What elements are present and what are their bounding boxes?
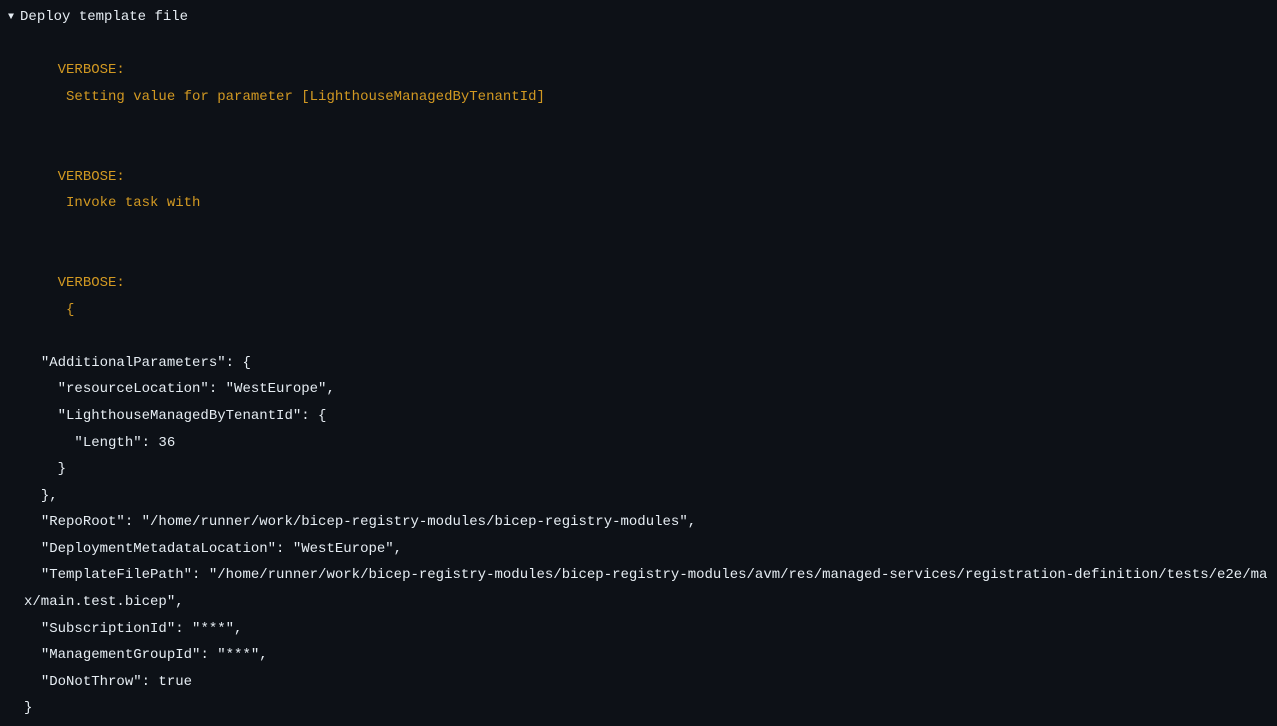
verbose-line: VERBOSE: {: [24, 243, 1269, 349]
json-line: "AdditionalParameters": {: [24, 350, 1269, 377]
verbose-text: Setting value for parameter [LighthouseM…: [66, 89, 545, 105]
collapse-triangle-icon: ▼: [8, 8, 14, 27]
verbose-text: Invoke task with: [66, 195, 200, 211]
json-line: "TemplateFilePath": "/home/runner/work/b…: [24, 562, 1269, 615]
json-line: "ManagementGroupId": "***",: [24, 642, 1269, 669]
log-output: VERBOSE: Setting value for parameter [Li…: [8, 31, 1269, 722]
verbose-text: [58, 195, 66, 211]
json-line: "SubscriptionId": "***",: [24, 616, 1269, 643]
json-line: "Length": 36: [24, 430, 1269, 457]
verbose-label: VERBOSE:: [58, 62, 125, 78]
step-title: Deploy template file: [20, 4, 188, 31]
json-line: },: [24, 483, 1269, 510]
verbose-text: {: [66, 302, 74, 318]
json-line: "resourceLocation": "WestEurope",: [24, 376, 1269, 403]
json-line: }: [24, 695, 1269, 722]
verbose-line: VERBOSE: Setting value for parameter [Li…: [24, 31, 1269, 137]
verbose-text: [58, 89, 66, 105]
verbose-text: [58, 302, 66, 318]
verbose-label: VERBOSE:: [58, 169, 125, 185]
step-header[interactable]: ▼ Deploy template file: [8, 4, 1269, 31]
json-line: "DoNotThrow": true: [24, 669, 1269, 696]
verbose-label: VERBOSE:: [58, 275, 125, 291]
verbose-line: VERBOSE: Invoke task with: [24, 137, 1269, 243]
json-line: "RepoRoot": "/home/runner/work/bicep-reg…: [24, 509, 1269, 536]
json-line: }: [24, 456, 1269, 483]
json-line: "DeploymentMetadataLocation": "WestEurop…: [24, 536, 1269, 563]
json-line: "LighthouseManagedByTenantId": {: [24, 403, 1269, 430]
